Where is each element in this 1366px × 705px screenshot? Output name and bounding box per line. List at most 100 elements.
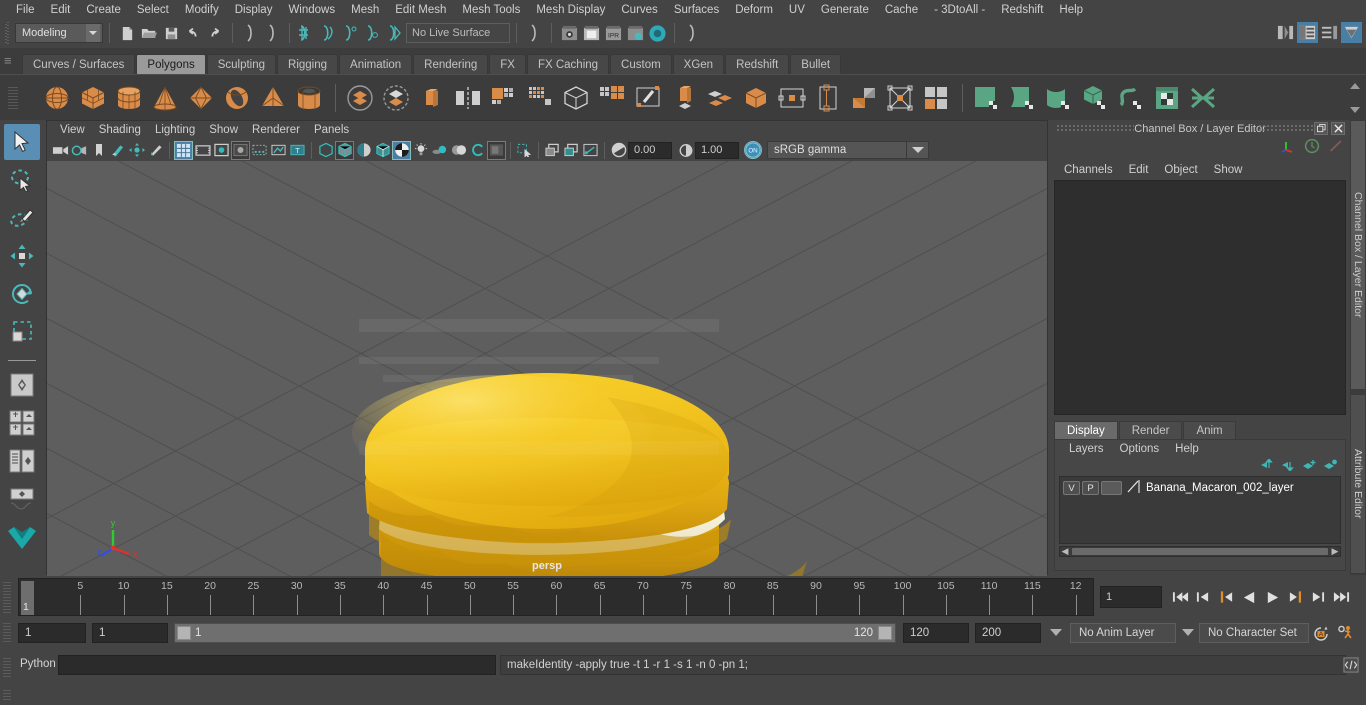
menu-edit[interactable]: Edit: [43, 0, 79, 20]
render-current-frame-icon[interactable]: [580, 22, 602, 44]
shade-options-icon[interactable]: [354, 141, 373, 160]
channel-box-content[interactable]: [1054, 180, 1346, 415]
gamma-value-field[interactable]: 1.00: [695, 141, 739, 159]
chevron-down-icon[interactable]: [907, 141, 929, 159]
time-slider-grip[interactable]: [3, 582, 11, 614]
snap-to-view-plane-icon[interactable]: [384, 22, 406, 44]
viewport-menu-show[interactable]: Show: [202, 121, 245, 139]
shelf-tab-custom[interactable]: Custom: [610, 54, 672, 74]
shelf-tab-polygons[interactable]: Polygons: [136, 54, 206, 74]
channel-box-menu-show[interactable]: Show: [1206, 164, 1251, 176]
lasso-select-tool[interactable]: [4, 162, 40, 198]
uv-unfold-icon[interactable]: [1114, 81, 1148, 115]
show-hide-modeling-toolkit-icon[interactable]: [1275, 22, 1296, 43]
smooth-icon[interactable]: [487, 81, 521, 115]
viewport-menu-lighting[interactable]: Lighting: [148, 121, 202, 139]
snap-to-curve-icon[interactable]: [318, 22, 340, 44]
viewport-menu-view[interactable]: View: [53, 121, 92, 139]
layer-menu-help[interactable]: Help: [1167, 443, 1207, 455]
range-end-handle[interactable]: [878, 626, 892, 640]
shelf-scroll-down-icon[interactable]: [1350, 107, 1360, 113]
command-input[interactable]: [58, 655, 496, 675]
clock-icon[interactable]: [1304, 138, 1320, 157]
poly-cone-icon[interactable]: [148, 81, 182, 115]
step-back-keyframe-icon[interactable]: [1193, 586, 1213, 608]
viewport-menu-renderer[interactable]: Renderer: [245, 121, 307, 139]
viewport-menu-shading[interactable]: Shading: [92, 121, 148, 139]
poly-sphere-icon[interactable]: [40, 81, 74, 115]
shadows-icon[interactable]: [430, 141, 449, 160]
new-scene-icon[interactable]: [116, 22, 138, 44]
gamma-icon[interactable]: [676, 141, 695, 160]
combine-icon[interactable]: [343, 81, 377, 115]
menu-windows[interactable]: Windows: [280, 0, 343, 20]
axis-gizmo-icon[interactable]: [1280, 138, 1296, 157]
film-origin-icon[interactable]: [250, 141, 269, 160]
image-plane-icon[interactable]: [108, 141, 127, 160]
exposure-icon[interactable]: [609, 141, 628, 160]
snap-to-grid-icon[interactable]: [296, 22, 318, 44]
subdiv-proxy-icon[interactable]: [523, 81, 557, 115]
menu-file[interactable]: File: [8, 0, 43, 20]
new-layer-from-selected-icon[interactable]: [1323, 459, 1337, 474]
quad-draw-icon[interactable]: [595, 81, 629, 115]
script-editor-icon[interactable]: [1342, 656, 1360, 674]
character-set-combo[interactable]: No Character Set: [1199, 623, 1309, 643]
shelf-tabs-grip[interactable]: ≡: [4, 54, 18, 68]
save-scene-icon[interactable]: [160, 22, 182, 44]
poly-pyramid-icon[interactable]: [256, 81, 290, 115]
menu-edit-mesh[interactable]: Edit Mesh: [387, 0, 454, 20]
open-scene-icon[interactable]: [138, 22, 160, 44]
append-polygon-icon[interactable]: [775, 81, 809, 115]
uv-layout-icon[interactable]: [1186, 81, 1220, 115]
shelf-tab-redshift[interactable]: Redshift: [725, 54, 790, 74]
rotate-tool[interactable]: [4, 276, 40, 312]
play-forwards-icon[interactable]: [1262, 586, 1282, 608]
exposure-value-field[interactable]: 0.00: [628, 141, 672, 159]
poke-face-icon[interactable]: [883, 81, 917, 115]
render-settings-icon[interactable]: [624, 22, 646, 44]
shelf-tab-rendering[interactable]: Rendering: [413, 54, 489, 74]
tab-anim[interactable]: Anim: [1183, 421, 1236, 440]
snap-to-projected-center-icon[interactable]: [362, 22, 384, 44]
shelf-tab-bullet[interactable]: Bullet: [790, 54, 842, 74]
resolution-gate-icon[interactable]: [212, 141, 231, 160]
select-by-hierarchy-icon[interactable]: [239, 22, 261, 44]
menu-redshift[interactable]: Redshift: [993, 0, 1051, 20]
animation-start-time-field[interactable]: 1: [18, 623, 86, 643]
menu-cache[interactable]: Cache: [877, 0, 926, 20]
mirror-icon[interactable]: [451, 81, 485, 115]
menu-mesh-display[interactable]: Mesh Display: [528, 0, 613, 20]
viewport-menu-panels[interactable]: Panels: [307, 121, 356, 139]
select-by-object-icon[interactable]: [261, 22, 283, 44]
shelf-scroll-up-icon[interactable]: [1350, 83, 1360, 89]
move-tool[interactable]: [4, 238, 40, 274]
persp-graph-layout[interactable]: [4, 481, 40, 517]
chevron-down-icon[interactable]: [1050, 629, 1062, 636]
bridge-icon[interactable]: [739, 81, 773, 115]
grid-toggle-icon[interactable]: [174, 140, 193, 160]
show-hide-tool-settings-icon[interactable]: [1319, 22, 1340, 43]
chevron-down-icon-2[interactable]: [1182, 629, 1194, 636]
uv-automatic-icon[interactable]: [1078, 81, 1112, 115]
wireframe-on-shaded-icon[interactable]: [373, 141, 392, 160]
poly-cube-icon[interactable]: [76, 81, 110, 115]
go-to-end-icon[interactable]: [1331, 586, 1351, 608]
ipr-render-icon[interactable]: IPR: [602, 22, 624, 44]
channel-box-menu-object[interactable]: Object: [1156, 164, 1205, 176]
poly-plane-icon[interactable]: [184, 81, 218, 115]
menu-mesh-tools[interactable]: Mesh Tools: [454, 0, 528, 20]
scroll-left-icon[interactable]: ◀: [1060, 546, 1070, 557]
menu-generate[interactable]: Generate: [813, 0, 877, 20]
wedge-face-icon[interactable]: [847, 81, 881, 115]
menu-3dtoall[interactable]: - 3DtoAll -: [926, 0, 993, 20]
ambient-occlusion-icon[interactable]: [449, 141, 468, 160]
shelf-tab-sculpting[interactable]: Sculpting: [206, 54, 277, 74]
xray-active-components-icon[interactable]: [562, 141, 581, 160]
menu-deform[interactable]: Deform: [727, 0, 781, 20]
layer-playback-toggle[interactable]: P: [1082, 481, 1099, 495]
color-management-toggle[interactable]: ON: [744, 141, 762, 159]
auto-keyframe-icon[interactable]: A: [1312, 625, 1330, 646]
color-management-field[interactable]: sRGB gamma: [767, 141, 907, 159]
xray-toggle-icon[interactable]: T: [288, 141, 307, 160]
